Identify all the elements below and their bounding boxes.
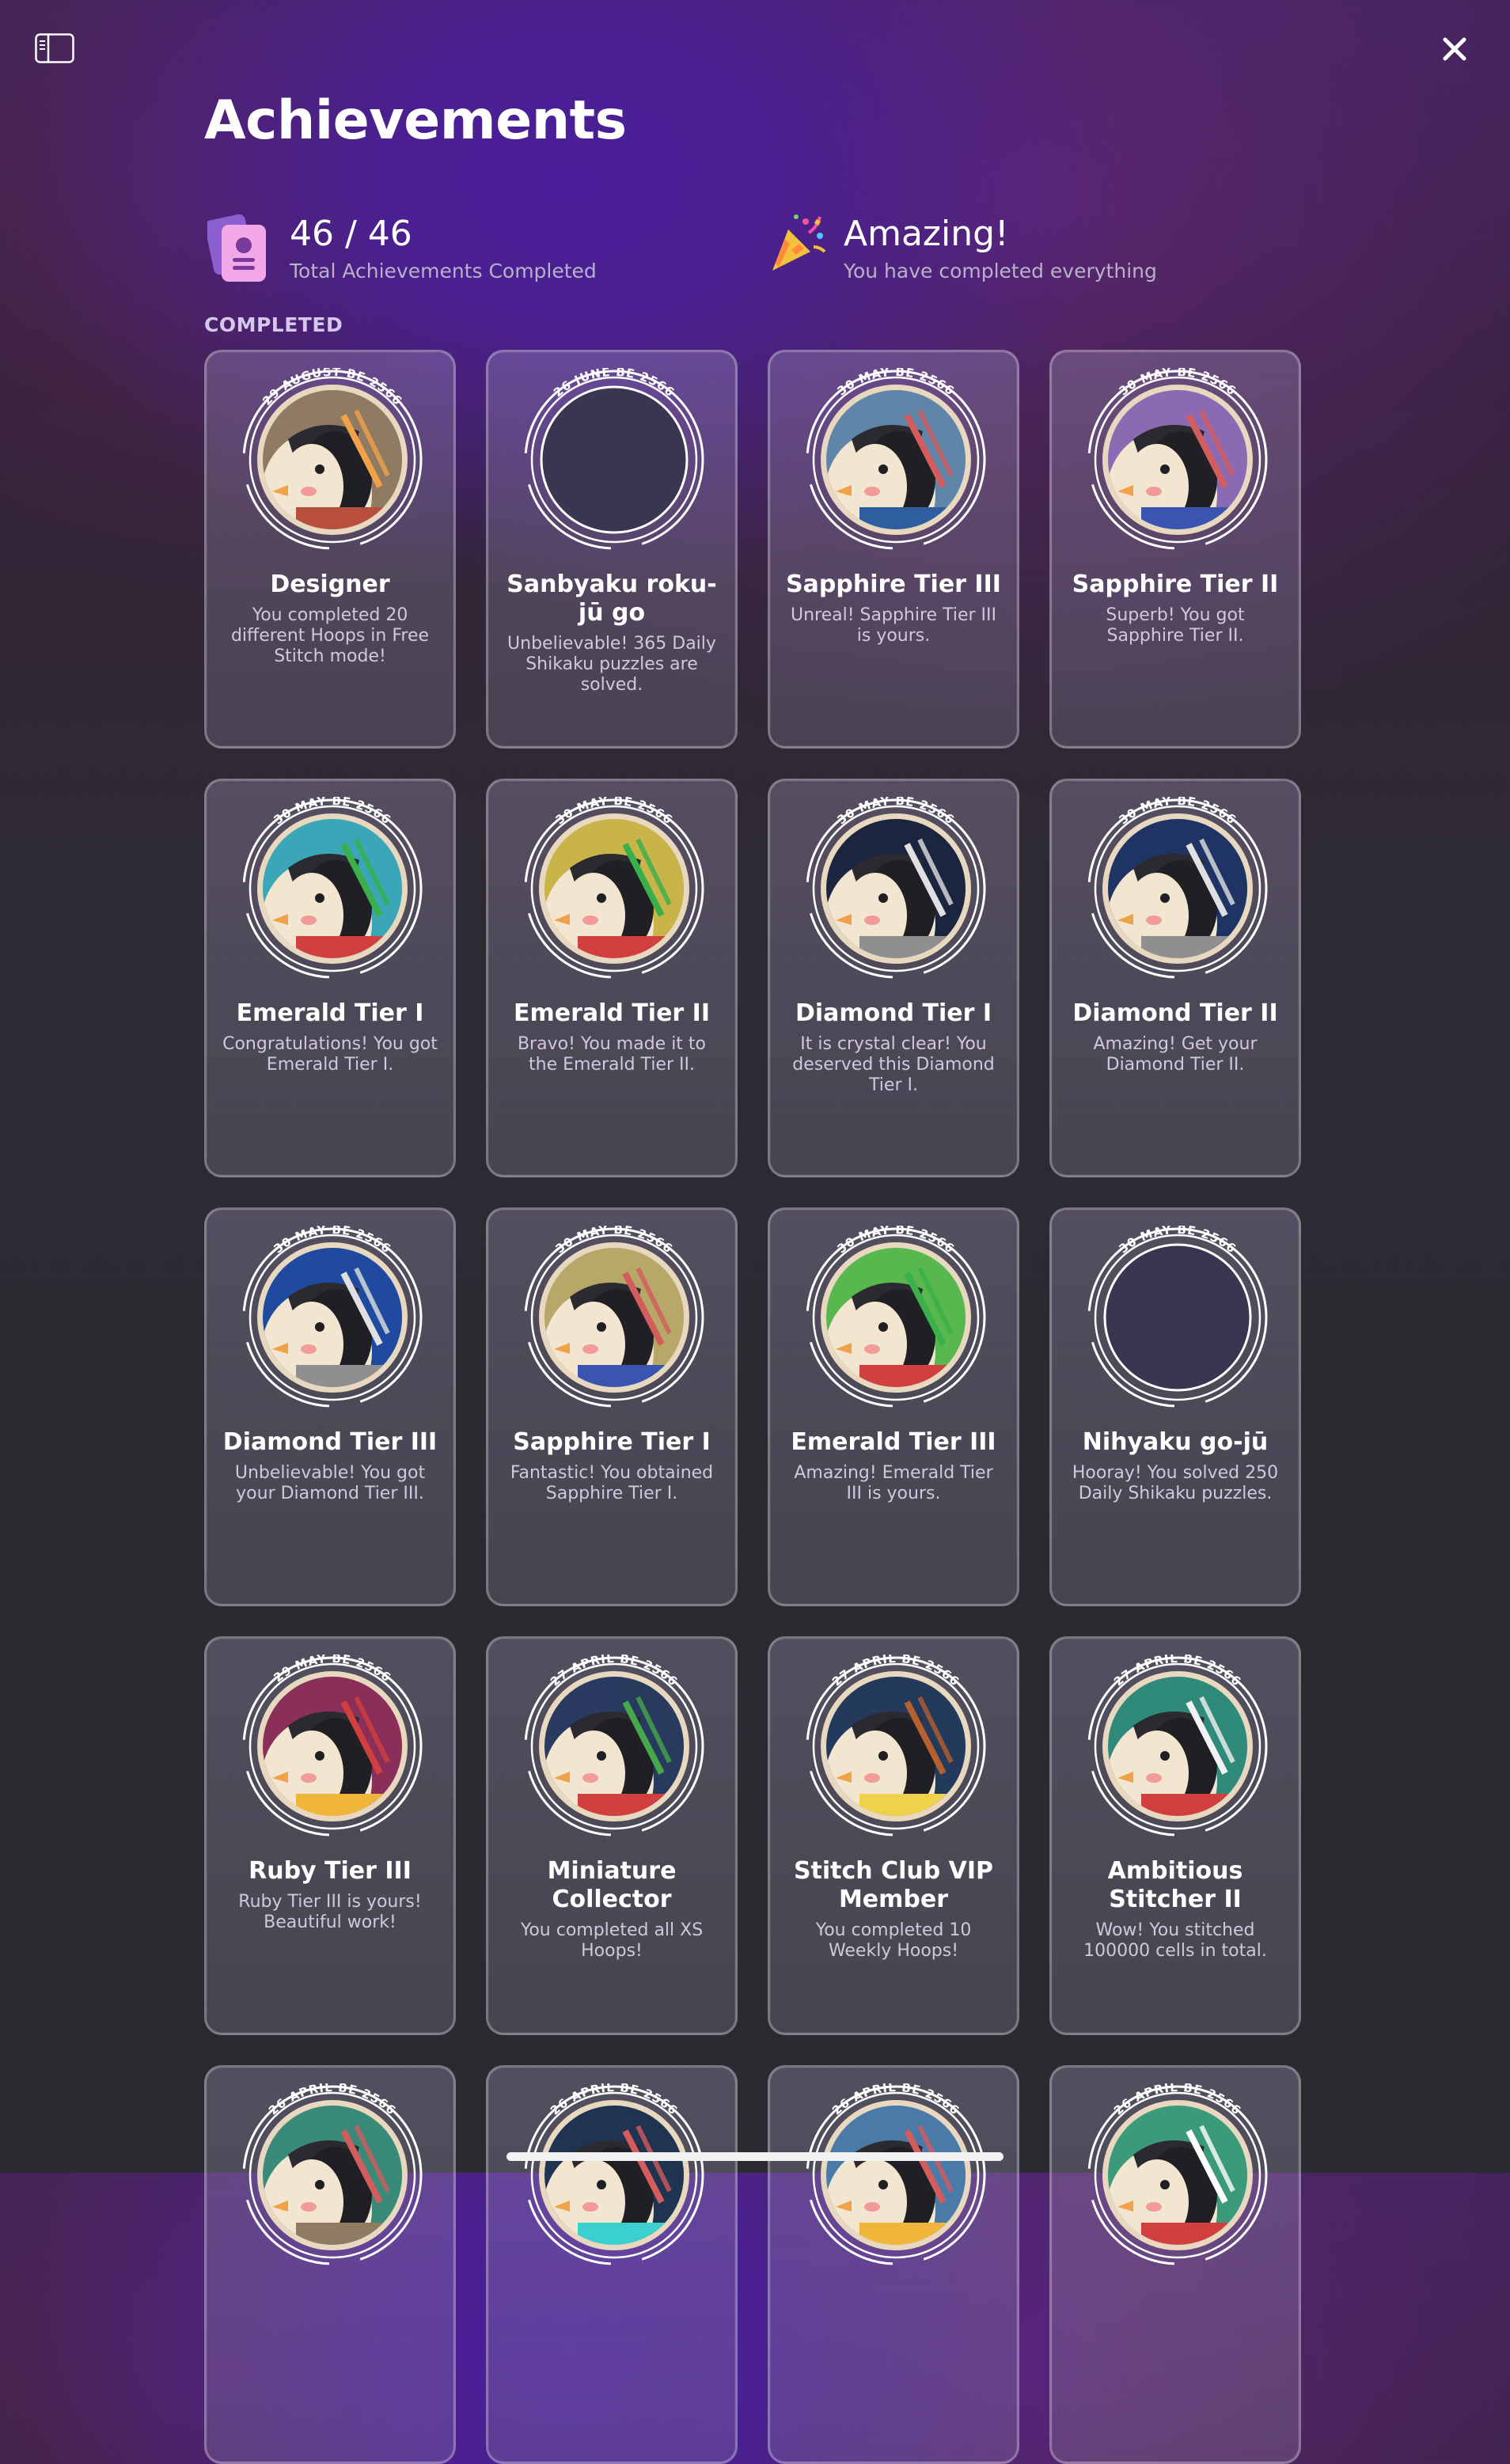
achievement-name: Emerald Tier II [514,999,710,1027]
achievement-name: Diamond Tier III [222,1428,438,1456]
achievement-card[interactable]: 26 JUNE BE 2566 Sanbyaku roku-jū go Unbeli… [486,350,738,749]
achievement-description: Hooray! You solved 250 Daily Shikaku puz… [1072,1463,1279,1503]
page-title: Achievements [204,89,627,152]
achievement-description: Congratulations! You got Emerald Tier I. [222,1034,438,1075]
achievement-card[interactable]: 30 MAY BE 2566 Nihyaku go-jū Hooray! You s… [1049,1207,1301,1606]
achievement-name: Sapphire Tier I [513,1428,711,1456]
achievement-card[interactable]: 30 MAY BE 2566 Emerald Tier II Bravo! You … [486,779,738,1177]
party-popper-icon [772,214,826,271]
achievement-badge: 30 MAY BE 2566 [1087,368,1268,550]
achievement-badge: 27 APRIL BE 2566 [806,1655,986,1837]
sidebar-toggle-icon [35,33,74,63]
achievement-description: Amazing! Get your Diamond Tier II. [1093,1034,1258,1075]
achievement-cards-icon [207,214,266,282]
achievement-badge: 27 APRIL BE 2566 [524,1655,704,1837]
achievement-card[interactable]: 30 MAY BE 2566 Sapphire Tier II Superb! Yo… [1049,350,1301,749]
achievement-name: Miniature Collector [547,1857,677,1913]
achievement-card[interactable]: 27 APRIL BE 2566 Miniature Collector You c… [486,1636,738,2035]
achievement-description: Fantastic! You obtained Sapphire Tier I. [510,1463,714,1503]
achievement-description: Unbelievable! You got your Diamond Tier … [234,1463,426,1503]
achievement-badge: 30 MAY BE 2566 [524,797,704,979]
achievement-card[interactable]: 30 MAY BE 2566 Sapphire Tier III Unreal! S… [768,350,1019,749]
achievement-description: Bravo! You made it to the Emerald Tier I… [517,1034,707,1075]
achievement-description: Unbelievable! 365 Daily Shikaku puzzles … [507,634,716,695]
achievement-name: Emerald Tier III [791,1428,996,1456]
achievement-name: Diamond Tier I [795,999,992,1027]
achievement-description: Unreal! Sapphire Tier III is yours. [791,605,996,646]
completion-status-summary: Amazing! You have completed everything [768,212,1211,291]
achievement-badge: 30 MAY BE 2566 [806,797,986,979]
achievement-description: You completed all XS Hoops! [520,1920,704,1961]
achievement-card[interactable]: 26 APRIL BE 2566 [768,2065,1019,2464]
achievement-badge: 30 MAY BE 2566 [806,368,986,550]
achievement-description: Wow! You stitched 100000 cells in total. [1083,1920,1267,1961]
achievement-card[interactable]: 26 APRIL BE 2566 [204,2065,456,2464]
achievement-badge: 29 MAY BE 2566 [242,1655,423,1837]
achievement-card[interactable]: 27 APRIL BE 2566 Ambitious Stitcher II Wow… [1049,1636,1301,2035]
achievement-badge: 26 APRIL BE 2566 [1087,2083,1268,2265]
sidebar-toggle-button[interactable] [35,33,74,63]
achievement-badge: 30 MAY BE 2566 [524,1226,704,1408]
achievement-badge: 26 APRIL BE 2566 [242,2083,423,2265]
achievements-count-caption: Total Achievements Completed [290,260,597,282]
achievement-description: You completed 20 different Hoops in Free… [230,605,430,666]
achievement-badge: 29 AUGUST BE 2566 [242,368,423,550]
achievement-name: Sapphire Tier II [1072,571,1279,598]
achievement-name: Diamond Tier II [1072,999,1278,1027]
achievement-name: Designer [270,571,390,598]
achievement-badge: 30 MAY BE 2566 [1087,1226,1268,1408]
completion-status: Amazing! [844,214,1009,254]
achievement-card[interactable]: 29 MAY BE 2566 Ruby Tier III Ruby Tier III… [204,1636,456,2035]
completed-section-label: COMPLETED [204,313,343,336]
achievement-badge: 30 MAY BE 2566 [242,797,423,979]
achievement-description: Ruby Tier III is yours! Beautiful work! [238,1892,422,1932]
achievement-card[interactable]: 30 MAY BE 2566 Sapphire Tier I Fantastic! … [486,1207,738,1606]
achievement-card[interactable]: 30 MAY BE 2566 Emerald Tier III Amazing! E… [768,1207,1019,1606]
achievement-description: It is crystal clear! You deserved this D… [792,1034,995,1095]
achievement-name: Sanbyaku roku-jū go [506,571,717,627]
achievement-name: Ambitious Stitcher II [1107,1857,1243,1913]
achievement-card[interactable]: 26 APRIL BE 2566 [486,2065,738,2464]
achievement-badge: 26 APRIL BE 2566 [524,2083,704,2265]
achievement-badge: 26 JUNE BE 2566 [524,368,704,550]
achievements-count: 46 / 46 [290,214,412,254]
achievement-card[interactable]: 26 APRIL BE 2566 [1049,2065,1301,2464]
achievement-card[interactable]: 27 APRIL BE 2566 Stitch Club VIP Member Yo… [768,1636,1019,2035]
achievement-card[interactable]: 30 MAY BE 2566 Diamond Tier III Unbelievab… [204,1207,456,1606]
achievement-description: Amazing! Emerald Tier III is yours. [794,1463,993,1503]
achievement-card[interactable]: 30 MAY BE 2566 Emerald Tier I Congratulati… [204,779,456,1177]
achievement-card[interactable]: 30 MAY BE 2566 Diamond Tier II Amazing! Ge… [1049,779,1301,1177]
achievement-card[interactable]: 29 AUGUST BE 2566 Designer You completed 2… [204,350,456,749]
achievement-name: Sapphire Tier III [786,571,1001,598]
achievement-badge: 26 APRIL BE 2566 [806,2083,986,2265]
achievement-description: Superb! You got Sapphire Tier II. [1106,605,1245,646]
achievement-name: Nihyaku go-jū [1082,1428,1269,1456]
achievement-badge: 30 MAY BE 2566 [1087,797,1268,979]
achievement-name: Stitch Club VIP Member [793,1857,994,1913]
home-indicator [506,2152,1004,2161]
completion-status-caption: You have completed everything [844,260,1157,282]
achievement-description: You completed 10 Weekly Hoops! [815,1920,972,1961]
achievement-badge: 27 APRIL BE 2566 [1087,1655,1268,1837]
total-achievements-summary: 46 / 46 Total Achievements Completed [207,212,651,291]
close-icon [1443,37,1466,61]
achievement-badge: 30 MAY BE 2566 [242,1226,423,1408]
achievement-name: Emerald Tier I [236,999,424,1027]
close-button[interactable] [1437,32,1472,66]
achievement-name: Ruby Tier III [249,1857,412,1885]
achievement-badge: 30 MAY BE 2566 [806,1226,986,1408]
achievement-card[interactable]: 30 MAY BE 2566 Diamond Tier I It is crysta… [768,779,1019,1177]
